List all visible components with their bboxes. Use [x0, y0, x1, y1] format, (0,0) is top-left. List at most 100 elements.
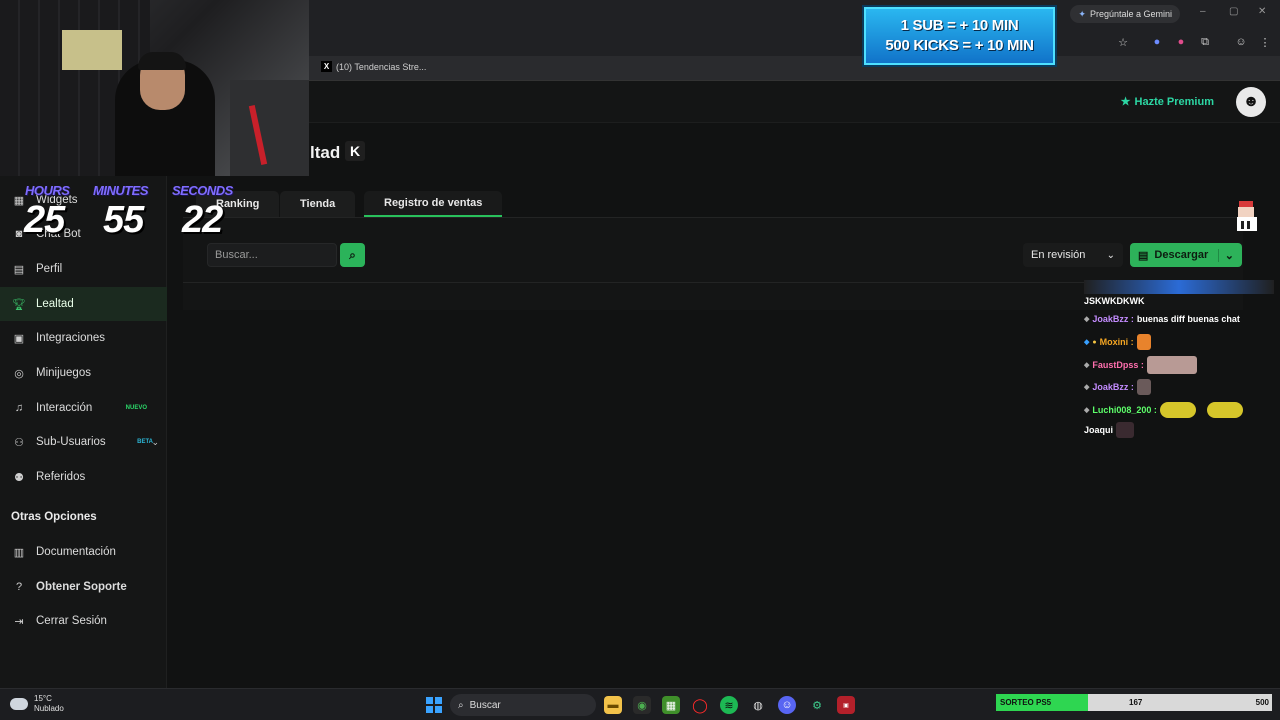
sidebar-item-sub-usuarios[interactable]: ⚇ Sub-Usuarios BETA ⌄ — [0, 425, 167, 459]
extension-icon[interactable]: ● — [1150, 35, 1164, 49]
sidebar-item-integraciones[interactable]: ▣ Integraciones — [0, 321, 167, 355]
gemini-button-label: Pregúntale a Gemini — [1089, 9, 1172, 19]
chevron-down-icon[interactable]: ⌄ — [1217, 248, 1234, 262]
sidebar-item-label: Minijuegos — [36, 367, 91, 379]
mod-badge-icon: ◆ — [1084, 362, 1090, 369]
sidebar-item-label: Cerrar Sesión — [36, 615, 107, 627]
sub-banner-line: 500 KICKS = + 10 MIN — [885, 37, 1034, 54]
gemini-button[interactable]: ✦ Pregúntale a Gemini — [1070, 5, 1180, 23]
sidebar-item-label: Integraciones — [36, 332, 106, 344]
emote-icon — [1136, 334, 1151, 350]
logout-icon: ⇥ — [14, 615, 24, 628]
sidebar-item-label: Obtener Soporte — [36, 581, 127, 593]
premium-link[interactable]: ★ Hazte Premium — [1120, 95, 1214, 109]
help-icon: ? — [15, 581, 23, 593]
chat-message: ◆ JoakBzz : — [1084, 379, 1151, 395]
app-icon[interactable]: ⚙ — [808, 696, 826, 714]
sidebar-item-label: Interacción — [36, 402, 93, 414]
sub-goal-banner: 1 SUB = + 10 MIN 500 KICKS = + 10 MIN — [864, 7, 1055, 65]
puzzle-icon[interactable]: ⧉ — [1198, 35, 1212, 49]
sidebar-item-soporte[interactable]: ? Obtener Soporte — [0, 570, 167, 604]
chat-overlay: JSKWKDKWK ◆ JoakBzz : buenas diff buenas… — [1080, 280, 1278, 440]
webcam-poster — [62, 30, 122, 70]
sidebar-item-perfil[interactable]: ▤ Perfil — [0, 252, 167, 286]
webcam-cap — [138, 52, 186, 70]
emote-icon — [1146, 356, 1197, 374]
sidebar-item-cerrar-sesion[interactable]: ⇥ Cerrar Sesión — [0, 604, 167, 638]
chrome-icon[interactable]: ◉ — [633, 696, 651, 714]
opera-icon[interactable]: ◯ — [691, 696, 709, 714]
weather-widget[interactable]: 15°C Nublado — [10, 694, 64, 714]
kick-logo-icon: K — [345, 141, 365, 161]
cloud-icon — [10, 698, 28, 710]
app-icon[interactable]: ▣ — [837, 696, 855, 714]
chat-message: ◆ JoakBzz : buenas diff buenas chat — [1084, 314, 1240, 324]
sub-banner-line: 1 SUB = + 10 MIN — [900, 17, 1019, 34]
status-select[interactable]: En revisión ⌄ — [1023, 243, 1123, 267]
file-icon: ▤ — [1138, 249, 1149, 262]
spotify-icon[interactable]: ≋ — [720, 696, 738, 714]
menu-dots-icon[interactable]: ⋮ — [1258, 35, 1272, 49]
sidebar-item-minijuegos[interactable]: ◎ Minijuegos — [0, 356, 167, 390]
weather-temperature: 15°C — [34, 694, 52, 703]
mod-badge-icon: ◆ — [1084, 407, 1090, 414]
taskbar: 15°C Nublado ⌕ Buscar ▬ ◉ ▦ ◯ ≋ ◍ ☺ ⚙ ▣ … — [0, 688, 1280, 720]
people-icon: ⚉ — [14, 471, 24, 484]
search-input[interactable] — [207, 243, 337, 267]
emote-icon — [1206, 402, 1243, 418]
badge-icon: ● — [1092, 338, 1097, 346]
minecraft-icon[interactable]: ▦ — [662, 696, 680, 714]
sidebar-item-label: Sub-Usuarios — [36, 436, 106, 448]
sidebar-item-referidos[interactable]: ⚉ Referidos — [0, 460, 167, 494]
id-card-icon: ▤ — [13, 263, 25, 276]
steam-icon[interactable]: ◍ — [749, 696, 767, 714]
plug-icon: ▣ — [13, 332, 25, 345]
chat-username: Luchi008_200 : — [1092, 405, 1157, 415]
chat-message: ◆ FaustDpss : — [1084, 356, 1197, 374]
chevron-down-icon[interactable]: ⌄ — [151, 437, 159, 448]
sidebar-item-interaccion[interactable]: ♫ Interacción NUEVO — [0, 391, 167, 425]
file-explorer-icon[interactable]: ▬ — [604, 696, 622, 714]
goal-label: SORTEO PS5 — [1000, 698, 1052, 707]
bookmark-item[interactable]: X (10) Tendencias Stre... — [321, 61, 426, 72]
download-button[interactable]: ▤ Descargar ⌄ — [1130, 243, 1242, 267]
tab-registro-de-ventas[interactable]: Registro de ventas — [364, 191, 503, 217]
goal-max: 500 — [1255, 698, 1269, 707]
gamepad-icon: ◎ — [14, 367, 24, 380]
avatar[interactable]: ☻ — [1236, 87, 1266, 117]
search-button[interactable]: ⌕ — [340, 243, 365, 267]
download-button-label: Descargar — [1154, 249, 1209, 261]
sidebar-item-lealtad[interactable]: 🏆︎ Lealtad — [0, 287, 167, 321]
timer-hours-label: HOURS — [25, 183, 70, 198]
badge-icon: ◆ — [1084, 339, 1090, 346]
extension-icon[interactable]: ● — [1174, 35, 1188, 49]
weather-condition: Nublado — [34, 704, 64, 713]
taskbar-search-label: Buscar — [469, 699, 501, 711]
mod-badge-icon: ◆ — [1084, 316, 1090, 323]
chat-username: Moxini : — [1099, 337, 1134, 347]
star-icon: ★ — [1120, 96, 1131, 108]
sidebar-item-label: Documentación — [36, 546, 116, 558]
emote-icon — [1136, 379, 1151, 395]
tab-tienda[interactable]: Tienda — [280, 191, 356, 217]
chat-text: buenas diff buenas chat — [1136, 314, 1240, 324]
profile-icon[interactable]: ☺ — [1234, 35, 1248, 49]
users-icon: ⚇ — [14, 436, 24, 449]
close-button[interactable]: ✕ — [1258, 6, 1266, 17]
bot-avatar-icon — [1237, 201, 1257, 231]
star-icon[interactable]: ☆ — [1116, 35, 1130, 49]
sidebar-section-header: Otras Opciones — [11, 511, 97, 523]
minimize-button[interactable]: – — [1200, 6, 1206, 17]
windows-start-icon[interactable] — [426, 697, 442, 713]
taskbar-search[interactable]: ⌕ Buscar — [450, 694, 596, 716]
discord-icon[interactable]: ☺ — [778, 696, 796, 714]
search-icon: ⌕ — [349, 247, 356, 262]
mod-badge-icon: ◆ — [1084, 384, 1090, 391]
maximize-button[interactable]: ▢ — [1229, 6, 1238, 17]
chat-message: JSKWKDKWK — [1084, 296, 1145, 306]
sparkle-icon: ✦ — [1078, 8, 1086, 19]
chat-username: JSKWKDKWK — [1084, 296, 1145, 306]
status-select-value: En revisión — [1031, 249, 1086, 261]
sidebar-item-label: Perfil — [36, 263, 63, 275]
sidebar-item-documentacion[interactable]: ▥ Documentación — [0, 535, 167, 569]
